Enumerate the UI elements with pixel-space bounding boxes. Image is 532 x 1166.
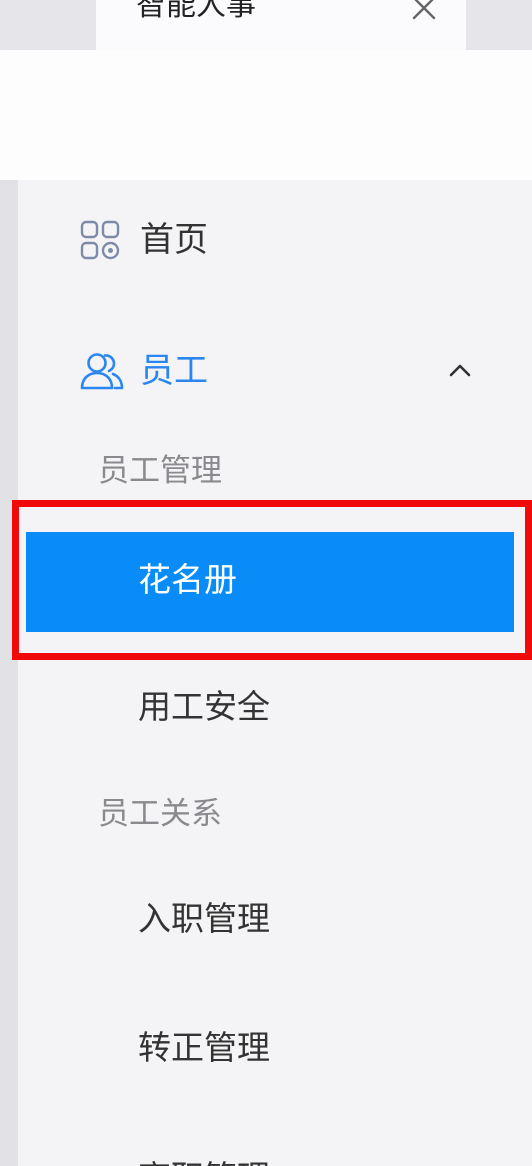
sidebar-item-employment-safety[interactable]: 用工安全 [138, 687, 270, 727]
tab-strip: 智能人事 [0, 0, 532, 50]
page: 智能人事 首页 员工 员工管理 花名册 用工安全 员工关系 入职管理 转正管理 [0, 0, 532, 1166]
grid-apps-icon [80, 220, 120, 260]
group-title-staff-management: 员工管理 [98, 453, 222, 489]
sidebar-item-resignation[interactable]: 离职管理 [138, 1158, 270, 1166]
app-tab-title: 智能人事 [136, 0, 256, 23]
sidebar-item-onboarding[interactable]: 入职管理 [138, 899, 270, 939]
sidebar-item-staff[interactable]: 员工 [80, 351, 208, 391]
chevron-up-icon[interactable] [448, 360, 472, 380]
sidebar-item-home[interactable]: 首页 [80, 220, 208, 260]
sidebar-item-roster[interactable]: 花名册 [26, 532, 514, 632]
header-band [0, 50, 532, 180]
users-icon [80, 351, 124, 391]
sidebar-item-roster-label: 花名册 [138, 560, 237, 599]
sidebar-item-regularization[interactable]: 转正管理 [138, 1028, 270, 1068]
left-strip [0, 180, 18, 1166]
app-tab[interactable]: 智能人事 [96, 0, 466, 50]
group-title-staff-relations: 员工关系 [98, 796, 222, 832]
sidebar-menu: 首页 员工 员工管理 花名册 用工安全 员工关系 入职管理 转正管理 [18, 180, 532, 1166]
sidebar-item-staff-label: 员工 [140, 351, 208, 391]
close-icon[interactable] [410, 0, 438, 22]
sidebar-item-home-label: 首页 [140, 220, 208, 260]
